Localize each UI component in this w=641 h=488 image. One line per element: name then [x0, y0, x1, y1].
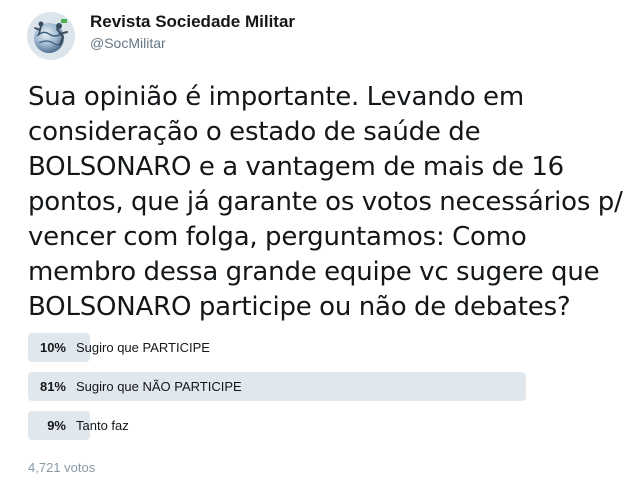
tweet-card: Revista Sociedade Militar @SocMilitar Su… — [0, 0, 641, 488]
poll-choice-label: Sugiro que NÃO PARTICIPE — [76, 379, 242, 394]
poll-choice: 81% Sugiro que NÃO PARTICIPE — [28, 372, 528, 401]
avatar[interactable] — [27, 12, 75, 60]
tweet-text: Sua opinião é importante. Levando em con… — [28, 82, 623, 322]
account-handle[interactable]: @SocMilitar — [90, 33, 295, 53]
poll-choice: 9% Tanto faz — [28, 411, 528, 440]
poll-percent: 81% — [39, 379, 66, 394]
globe-logo-icon — [27, 12, 75, 60]
poll-percent: 10% — [39, 340, 66, 355]
poll-choice-label: Sugiro que PARTICIPE — [76, 340, 210, 355]
poll: 10% Sugiro que PARTICIPE 81% Sugiro que … — [28, 333, 528, 450]
tweet-header: Revista Sociedade Militar @SocMilitar — [27, 12, 295, 60]
poll-percent: 9% — [47, 418, 66, 433]
poll-choice-label: Tanto faz — [76, 418, 129, 433]
display-name[interactable]: Revista Sociedade Militar — [90, 11, 295, 33]
poll-choice: 10% Sugiro que PARTICIPE — [28, 333, 528, 362]
poll-votes-count: 4,721 votos — [28, 460, 96, 475]
account-names: Revista Sociedade Militar @SocMilitar — [90, 11, 295, 53]
